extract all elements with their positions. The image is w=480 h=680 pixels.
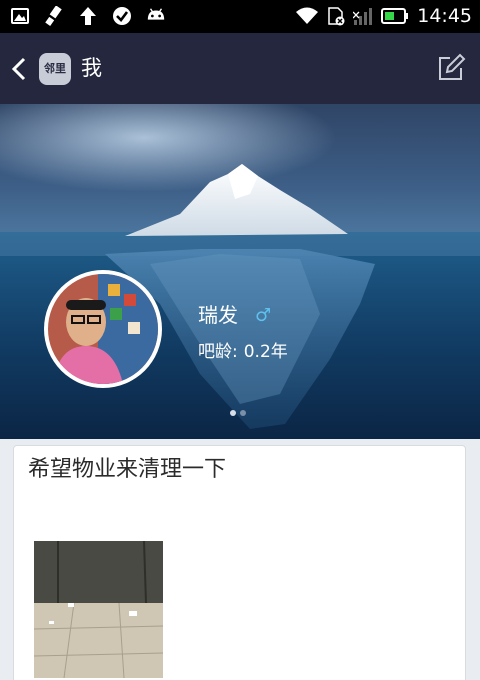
page-title: 我 (81, 56, 102, 80)
post-title: 希望物业来清理一下 (28, 457, 227, 482)
sim-icon (328, 7, 345, 26)
check-icon (113, 7, 131, 25)
signal-icon (353, 8, 373, 25)
app-logo: 邻里 (39, 53, 71, 85)
gender-male-icon: ♂ (255, 305, 272, 326)
notification-icons (10, 6, 166, 26)
carousel-indicator (230, 410, 246, 416)
battery-icon (381, 8, 409, 24)
iceberg-background (0, 104, 480, 439)
username: 瑞发 (198, 303, 238, 327)
wifi-icon (296, 7, 319, 24)
age-label: 吧龄: (198, 342, 238, 362)
app-header: 邻里 我 (0, 33, 480, 104)
brush-icon (45, 6, 62, 26)
system-icons: 14:45 (295, 5, 472, 27)
upload-icon (80, 7, 96, 25)
carousel-dot[interactable] (240, 410, 246, 416)
avatar[interactable] (44, 270, 162, 388)
clock: 14:45 (417, 5, 472, 27)
post-card[interactable]: 希望物业来清理一下 (13, 445, 466, 680)
status-bar: 14:45 (0, 0, 480, 33)
android-icon (147, 8, 165, 20)
edit-button[interactable] (436, 53, 466, 83)
age-value: 0.2年 (243, 342, 288, 362)
image-icon (11, 8, 29, 24)
post-image[interactable] (34, 541, 163, 678)
app-logo-text: 邻里 (44, 62, 66, 75)
bar-age: 吧龄: 0.2年 (198, 341, 288, 363)
profile-banner[interactable]: 瑞发 ♂ 吧龄: 0.2年 (0, 104, 480, 439)
carousel-dot[interactable] (230, 410, 236, 416)
back-button[interactable] (8, 55, 32, 83)
avatar-photo (48, 274, 158, 384)
